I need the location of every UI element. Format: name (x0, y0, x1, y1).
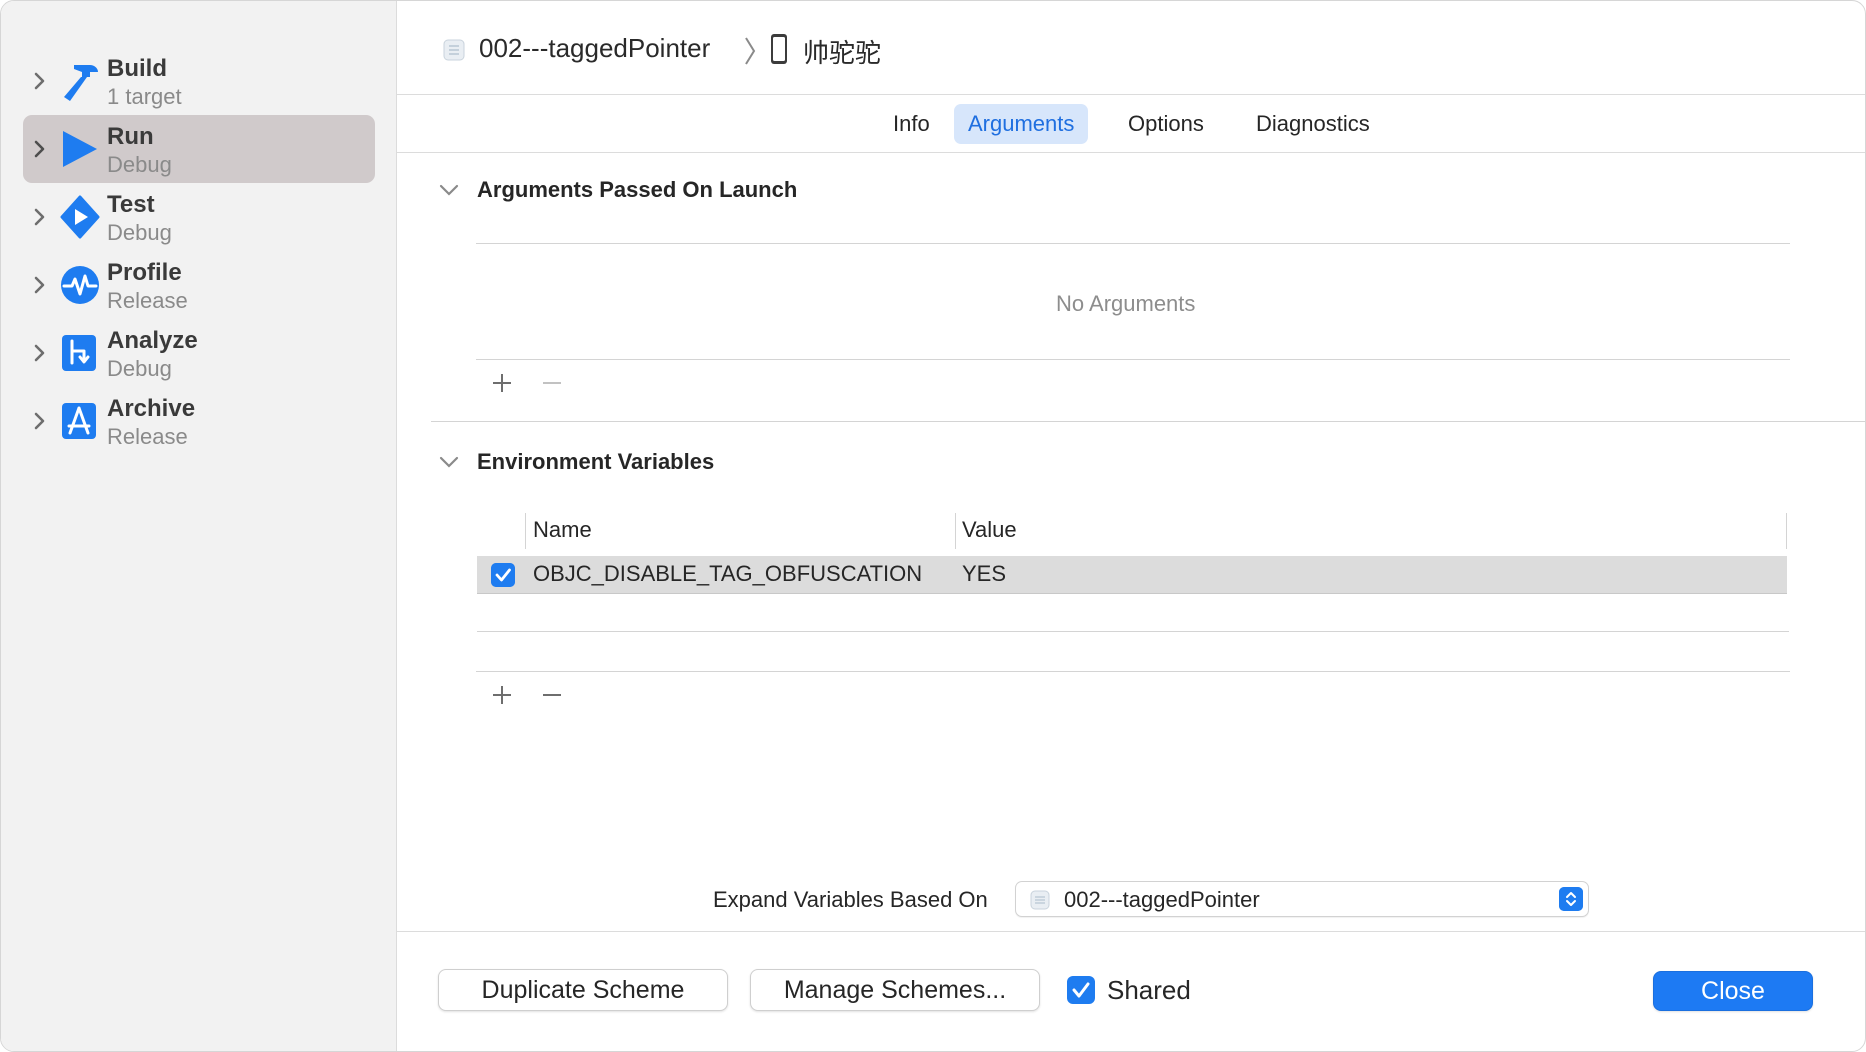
scheme-tab-bar: Info Arguments Options Diagnostics (397, 95, 1865, 153)
no-arguments-text: No Arguments (1056, 291, 1196, 316)
action-name: Build (107, 55, 167, 82)
env-variable-value[interactable]: YES (962, 561, 1006, 587)
archive-appstore-icon (62, 403, 96, 439)
hammer-icon (64, 65, 98, 101)
action-name: Test (107, 191, 155, 218)
action-name: Analyze (107, 327, 198, 354)
action-subtitle: Debug (107, 356, 172, 381)
sidebar-item-run[interactable]: Run Debug (23, 115, 375, 183)
column-separator (1786, 513, 1787, 549)
disclosure-chevron-icon[interactable] (31, 341, 49, 365)
play-icon (63, 131, 97, 167)
remove-env-variable-icon[interactable] (538, 681, 566, 709)
divider (476, 359, 1790, 360)
action-name: Archive (107, 395, 196, 422)
sidebar-item-analyze[interactable]: Analyze Debug (23, 319, 375, 387)
sidebar-item-profile[interactable]: Profile Release (23, 251, 375, 319)
expand-variables-select[interactable]: 002---taggedPointer (1015, 881, 1589, 917)
tab-arguments[interactable]: Arguments (954, 104, 1089, 144)
shared-label[interactable]: Shared (1107, 975, 1191, 1006)
scheme-breadcrumb: 002---taggedPointer 帅驼驼 (397, 1, 1865, 95)
enabled-checkbox[interactable] (491, 563, 515, 587)
duplicate-scheme-button[interactable]: Duplicate Scheme (438, 969, 728, 1011)
action-subtitle: Debug (107, 152, 172, 177)
tab-info[interactable]: Info (879, 104, 944, 144)
env-variable-name[interactable]: OBJC_DISABLE_TAG_OBFUSCATION (533, 561, 922, 587)
action-subtitle: 1 target (107, 84, 182, 109)
disclosure-chevron-icon[interactable] (31, 273, 49, 297)
table-row[interactable]: OBJC_DISABLE_TAG_OBFUSCATION YES (477, 556, 1787, 594)
scheme-actions-sidebar: Build 1 target Run Debug Test Debug Prof… (1, 1, 397, 1051)
collapse-chevron-icon[interactable] (438, 183, 460, 197)
analyze-icon (62, 335, 96, 371)
add-env-variable-icon[interactable] (488, 681, 516, 709)
sidebar-item-test[interactable]: Test Debug (23, 183, 375, 251)
arguments-section-title: Arguments Passed On Launch (477, 177, 798, 202)
popup-arrows-icon[interactable] (1559, 887, 1583, 911)
close-button[interactable]: Close (1653, 971, 1813, 1011)
row-divider (477, 631, 1789, 632)
collapse-chevron-icon[interactable] (438, 455, 460, 469)
divider (476, 671, 1790, 672)
expand-variables-label: Expand Variables Based On (713, 887, 988, 912)
test-diamond-icon (60, 195, 100, 239)
value-column-header[interactable]: Value (962, 517, 1017, 543)
scheme-editor-window: Build 1 target Run Debug Test Debug Prof… (0, 0, 1866, 1052)
action-subtitle: Debug (107, 220, 172, 245)
divider (476, 243, 1790, 244)
shared-checkbox[interactable] (1067, 976, 1095, 1004)
section-divider (431, 421, 1865, 422)
action-name: Run (107, 123, 154, 150)
remove-argument-icon[interactable] (538, 369, 566, 397)
breadcrumb-target[interactable]: 002---taggedPointer (479, 33, 710, 64)
sidebar-item-archive[interactable]: Archive Release (23, 387, 375, 455)
disclosure-chevron-icon[interactable] (31, 205, 49, 229)
action-name: Profile (107, 259, 182, 286)
disclosure-chevron-icon[interactable] (31, 409, 49, 433)
project-target-icon (443, 39, 465, 61)
action-subtitle: Release (107, 288, 188, 313)
action-subtitle: Release (107, 424, 188, 449)
column-separator (955, 513, 956, 549)
breadcrumb-device[interactable]: 帅驼驼 (803, 33, 881, 70)
column-separator (525, 513, 526, 549)
project-target-icon (1030, 890, 1050, 910)
iphone-device-icon (771, 34, 787, 64)
tab-options[interactable]: Options (1114, 104, 1218, 144)
breadcrumb-separator-icon (745, 37, 756, 65)
env-section-title: Environment Variables (477, 449, 715, 474)
disclosure-chevron-icon[interactable] (31, 69, 49, 93)
expand-variables-value: 002---taggedPointer (1064, 887, 1260, 912)
waveform-icon (61, 266, 99, 304)
add-argument-icon[interactable] (488, 369, 516, 397)
disclosure-chevron-icon[interactable] (31, 137, 49, 161)
manage-schemes-button[interactable]: Manage Schemes... (750, 969, 1040, 1011)
sidebar-item-build[interactable]: Build 1 target (23, 47, 375, 115)
name-column-header[interactable]: Name (533, 517, 592, 543)
tab-diagnostics[interactable]: Diagnostics (1242, 104, 1384, 144)
